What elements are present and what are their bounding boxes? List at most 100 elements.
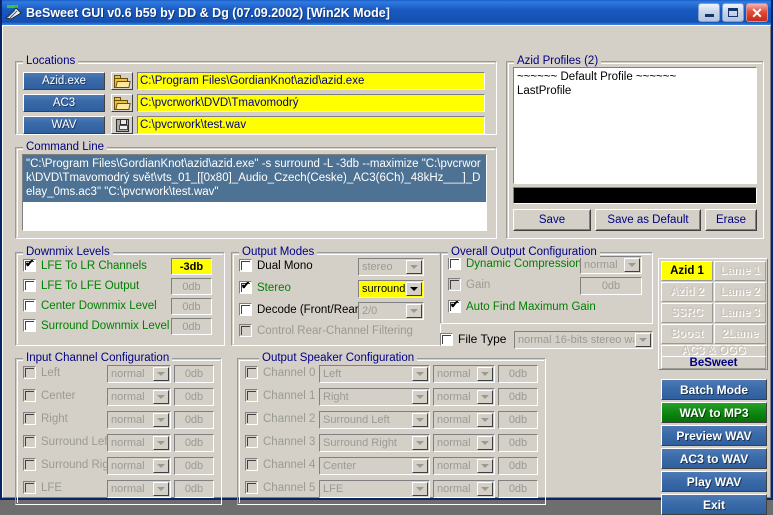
browse-azid-exe-button[interactable] [111,72,133,90]
chevron-down-icon [412,390,428,404]
ac3-button[interactable]: AC3 [23,94,105,112]
batch-mode-button[interactable]: Batch Mode [661,379,767,400]
output-mode-checkbox-dual-mono[interactable] [239,259,252,272]
tab-ssrc-label: SSRC [671,307,703,319]
save-as-default-button[interactable]: Save as Default [595,209,701,231]
speaker-checkbox-channel-5 [245,481,258,494]
tab-boost[interactable]: Boost [661,324,713,344]
tab-boost-label: Boost [670,328,704,340]
output-mode-row-decode[interactable]: Decode (Front/Rear) [239,303,362,316]
maximize-button[interactable] [722,3,744,22]
input-combo-center: normal [107,388,171,406]
overall-checkbox-dynamic-compression[interactable] [448,257,461,270]
overall-combo-dynamic-compression[interactable]: normal [580,256,642,274]
chevron-down-icon[interactable] [406,282,422,296]
tab-lame-1[interactable]: Lame 1 [714,261,766,281]
downmix-row-lfe-to-lr[interactable]: LFE To LR Channels [23,258,147,272]
downmix-row-lfe-to-lfe[interactable]: LFE To LFE Output [23,279,139,292]
list-item[interactable]: LastProfile [517,84,753,98]
chevron-down-icon[interactable] [406,304,422,318]
erase-profile-button[interactable]: Erase [705,209,757,231]
speaker-value-channel-0-text: 0db [508,368,528,380]
command-line-textarea[interactable]: "C:\Program Files\GordianKnot\azid\azid.… [22,154,487,231]
play-wav-button[interactable]: Play WAV [661,471,767,492]
input-value-right-text: 0db [184,414,204,426]
input-value-left: 0db [174,365,214,383]
wav-button[interactable]: WAV [23,116,105,134]
output-mode-combo-decode[interactable]: 2/0 [358,302,424,320]
input-combo-left: normal [107,365,171,383]
downmix-value-lfe-to-lfe[interactable]: 0db [171,278,212,295]
input-value-surround-right-text: 0db [184,460,204,472]
close-button[interactable]: ✕ [746,3,768,22]
file-type-row[interactable]: File Type [440,332,506,346]
downmix-row-center[interactable]: Center Downmix Level [23,299,157,312]
downmix-checkbox-lfe-to-lfe[interactable] [23,279,36,292]
speaker-value-channel-2: 0db [498,411,538,429]
chevron-down-icon [477,436,493,450]
downmix-checkbox-surround[interactable] [23,319,36,332]
list-item[interactable]: ~~~~~~ Default Profile ~~~~~~ [517,70,753,84]
file-type-checkbox[interactable] [440,332,453,346]
overall-checkbox-auto-find-max-gain[interactable] [448,299,461,313]
input-row-surround-right: Surround Right [23,458,118,471]
overall-output-title: Overall Output Configuration [448,246,600,258]
downmix-row-surround[interactable]: Surround Downmix Level [23,319,169,332]
input-label-center: Center [41,389,76,402]
input-value-center-text: 0db [184,391,204,403]
save-profile-button[interactable]: Save [513,209,591,231]
downmix-checkbox-center[interactable] [23,299,36,312]
downmix-checkbox-lfe-to-lr[interactable] [23,258,36,272]
tab-azid-1-label: Azid 1 [670,265,704,277]
profiles-listbox[interactable]: ~~~~~~ Default Profile ~~~~~~ LastProfil… [513,67,757,184]
tab-azid-2[interactable]: Azid 2 [661,282,713,302]
speaker-row-channel-3: Channel 3 [245,435,315,448]
azid-exe-button[interactable]: Azid.exe [23,72,105,90]
ac3-path-input[interactable]: C:\pvcrwork\DVD\Tmavomodrý [137,94,485,112]
exit-button[interactable]: Exit [661,494,767,515]
wav-to-mp3-button[interactable]: WAV to MP3 [661,402,767,423]
azid-exe-path-input[interactable]: C:\Program Files\GordianKnot\azid\azid.e… [137,72,485,90]
tab-azid-2-label: Azid 2 [670,286,704,298]
output-mode-combo-stereo[interactable]: surround [358,280,424,298]
chevron-down-icon [153,459,169,473]
output-mode-checkbox-stereo[interactable] [239,280,252,294]
file-type-combo[interactable]: normal 16-bits stereo wav [514,331,653,349]
ac3-to-wav-button[interactable]: AC3 to WAV [661,448,767,469]
chevron-down-icon [477,390,493,404]
tab-azid-1[interactable]: Azid 1 [661,261,713,281]
overall-row-dynamic-compression[interactable]: Dynamic Compression [448,257,582,270]
output-mode-combo-stereo-value: surround [362,283,405,295]
chevron-down-icon [412,413,428,427]
browse-wav-button[interactable] [111,116,133,134]
app-window: BeSweet GUI v0.6 b59 by DD & Dg (07.09.2… [0,0,773,515]
tab-2lame[interactable]: 2Lame [714,324,766,344]
chevron-down-icon[interactable] [635,333,651,347]
tab-lame-3[interactable]: Lame 3 [714,303,766,323]
output-mode-checkbox-decode[interactable] [239,303,252,316]
downmix-value-lfe-to-lr[interactable]: -3db [171,258,212,275]
output-mode-combo-dual-mono[interactable]: stereo [358,258,424,276]
command-line-title: Command Line [23,141,107,153]
profile-name-input[interactable] [513,187,757,204]
overall-row-auto-find-max-gain[interactable]: Auto Find Maximum Gain [448,299,596,313]
speaker-mode-channel-1-value: normal [437,391,471,403]
browse-ac3-button[interactable] [111,94,133,112]
save-profile-label: Save [538,214,566,226]
input-combo-center-value: normal [111,391,145,403]
downmix-value-center[interactable]: 0db [171,298,212,315]
chevron-down-icon[interactable] [406,260,422,274]
speaker-combo-channel-1-value: Right [323,391,349,403]
tab-ssrc[interactable]: SSRC [661,303,713,323]
chevron-down-icon[interactable] [624,258,640,272]
minimize-button[interactable] [698,3,720,22]
speaker-label-channel-5: Channel 5 [263,481,316,494]
output-mode-row-stereo[interactable]: Stereo [239,280,291,294]
downmix-value-surround[interactable]: 0db [171,318,212,335]
preview-wav-button[interactable]: Preview WAV [661,425,767,446]
tab-lame-2[interactable]: Lame 2 [714,282,766,302]
output-mode-row-dual-mono[interactable]: Dual Mono [239,259,313,272]
wav-path-input[interactable]: C:\pvcrwork\test.wav [137,116,485,134]
tab-besweet[interactable]: BeSweet [661,356,766,369]
output-speaker-title: Output Speaker Configuration [259,352,418,364]
